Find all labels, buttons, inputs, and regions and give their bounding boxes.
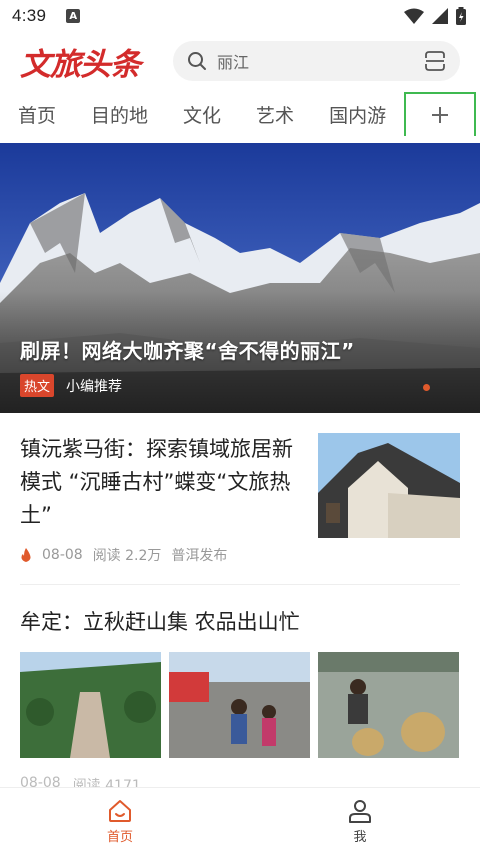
article-date: 08-08 — [42, 547, 83, 563]
tab-home[interactable]: 首页 — [18, 101, 56, 128]
article-image[interactable] — [318, 652, 459, 758]
bottom-nav: 首页 我 — [0, 787, 480, 853]
scan-icon[interactable] — [424, 50, 446, 72]
status-time: 4:39 — [12, 6, 47, 25]
article-title[interactable]: 牟定：立秋赶山集 农品出山忙 — [20, 606, 300, 636]
article-thumbnail[interactable] — [318, 433, 460, 538]
hero-source: 小编推荐 — [66, 378, 123, 395]
tab-domestic-travel[interactable]: 国内游 — [329, 101, 386, 128]
tab-art[interactable]: 艺术 — [256, 101, 294, 128]
article-meta: 08-08 阅读 2.2万 普洱发布 — [20, 545, 227, 565]
search-bar[interactable]: 丽江 — [173, 41, 460, 81]
hero-meta: 热文 小编推荐 — [20, 374, 122, 397]
fire-icon — [21, 548, 31, 562]
app-logo: 文旅头条 — [20, 46, 141, 83]
search-input[interactable]: 丽江 — [217, 49, 424, 73]
app-header: 文旅头条 丽江 — [0, 32, 480, 90]
hero-image — [0, 143, 480, 413]
hero-banner[interactable]: 刷屏！网络大咖齐聚“舍不得的丽江” 热文 小编推荐 — [0, 143, 480, 413]
tab-culture[interactable]: 文化 — [183, 101, 221, 128]
carousel-indicator — [423, 384, 430, 391]
nav-me-label: 我 — [353, 829, 367, 845]
article-reads: 阅读 2.2万 — [92, 548, 162, 564]
nav-me[interactable]: 我 — [240, 788, 480, 853]
home-icon — [109, 799, 131, 822]
battery-icon — [456, 7, 466, 25]
article-card[interactable]: 牟定：立秋赶山集 农品出山忙 08-08 阅读 4171 — [0, 585, 480, 794]
user-icon — [349, 799, 371, 823]
article-card[interactable]: 镇沅紫马街：探索镇域旅居新模式 “沉睡古村”蝶变“文旅热土” 08-08 阅读 … — [0, 413, 480, 585]
article-image[interactable] — [20, 652, 161, 758]
plus-icon — [432, 107, 448, 123]
article-source: 普洱发布 — [171, 548, 228, 564]
wifi-icon — [404, 8, 424, 24]
nav-home[interactable]: 首页 — [0, 788, 240, 853]
hot-badge: 热文 — [20, 374, 55, 397]
category-tabs: 首页 目的地 文化 艺术 国内游 — [0, 92, 480, 136]
article-title[interactable]: 镇沅紫马街：探索镇域旅居新模式 “沉睡古村”蝶变“文旅热土” — [20, 433, 298, 532]
add-tab-button[interactable] — [404, 92, 476, 136]
signal-icon — [432, 8, 448, 24]
search-icon — [188, 52, 206, 70]
notification-icon: A — [66, 9, 81, 23]
article-image-row — [20, 652, 459, 758]
tab-destination[interactable]: 目的地 — [91, 101, 148, 128]
status-bar: 4:39 A — [0, 0, 480, 32]
article-image[interactable] — [169, 652, 310, 758]
nav-home-label: 首页 — [106, 829, 133, 845]
status-icons — [404, 7, 466, 25]
hero-title[interactable]: 刷屏！网络大咖齐聚“舍不得的丽江” — [20, 335, 355, 364]
